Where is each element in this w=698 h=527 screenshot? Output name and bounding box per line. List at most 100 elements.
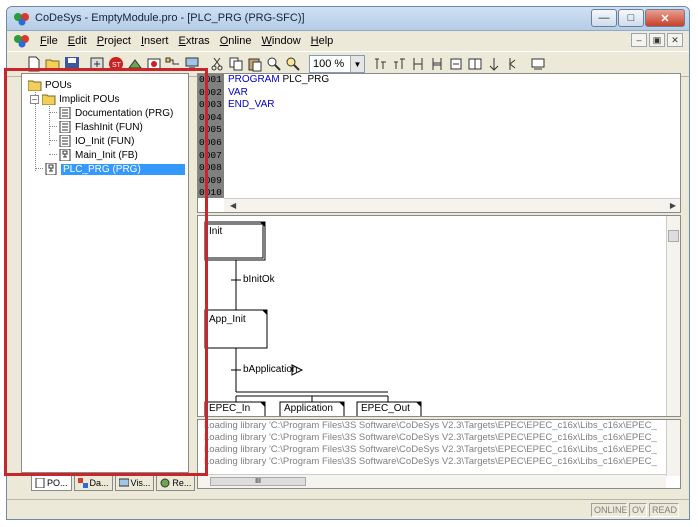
mdi-close-button[interactable]: ✕: [667, 33, 683, 47]
window-controls: — □ ✕: [591, 9, 685, 27]
tree-folder-implicit-pous[interactable]: – Implicit POUs: [28, 92, 186, 106]
sfc-exit-action-icon[interactable]: [504, 55, 522, 73]
message-window: Loading library 'C:\Program Files\3S Sof…: [197, 419, 681, 489]
declaration-editor[interactable]: 0001 0002 0003 0004 0005 0006 0007 0008 …: [197, 73, 681, 213]
line-number: 0005: [199, 124, 222, 136]
title-bar[interactable]: CoDeSys - EmptyModule.pro - [PLC_PRG (PR…: [7, 7, 689, 31]
sfc-pou-icon: [45, 163, 57, 175]
sfc-transition-bapplication[interactable]: bApplication: [243, 364, 297, 375]
sfc-editor[interactable]: Init App_Init EPEC_In Application EPEC_O…: [197, 215, 681, 417]
menu-window[interactable]: Window: [257, 32, 306, 50]
sfc-transition-binitok[interactable]: bInitOk: [243, 274, 275, 285]
message-line: Loading library 'C:\Program Files\3S Sof…: [204, 456, 657, 467]
menu-help[interactable]: Help: [306, 32, 339, 50]
zoom-select[interactable]: 100 % ▼: [309, 55, 365, 73]
scroll-thumb[interactable]: III: [210, 477, 306, 486]
open-folder-icon[interactable]: [44, 55, 62, 73]
data-types-tab-icon: [77, 477, 88, 488]
sfc-vertical-scrollbar[interactable]: [666, 216, 680, 416]
mdi-restore-button[interactable]: ▣: [649, 33, 665, 47]
svg-text:ST: ST: [112, 62, 122, 69]
menu-project[interactable]: Project: [92, 32, 136, 50]
scroll-thumb[interactable]: [668, 230, 679, 242]
menu-edit[interactable]: Edit: [63, 32, 92, 50]
horizontal-scrollbar[interactable]: ◀ ▶: [224, 198, 680, 212]
tree-item-flashinit[interactable]: FlashInit (FUN): [28, 120, 186, 134]
sfc-entry-action-icon[interactable]: [485, 55, 503, 73]
sfc-step-init[interactable]: Init: [209, 226, 222, 237]
sfc-step-transition-after-icon[interactable]: [390, 55, 408, 73]
message-line: Loading library 'C:\Program Files\3S Sof…: [204, 432, 657, 443]
tree-item-plc-prg[interactable]: PLC_PRG (PRG): [28, 162, 186, 176]
sfc-step-transition-before-icon[interactable]: [371, 55, 389, 73]
tree-item-main-init[interactable]: Main_Init (FB): [28, 148, 186, 162]
new-file-icon[interactable]: [25, 55, 43, 73]
step-icon[interactable]: [126, 55, 144, 73]
sfc-action-icon[interactable]: [466, 55, 484, 73]
find-icon[interactable]: [265, 55, 283, 73]
sfc-step-app-init[interactable]: App_Init: [209, 314, 246, 325]
code-text[interactable]: PROGRAM PLC_PRG VAR END_VAR: [228, 74, 329, 112]
sfc-pou-icon: [59, 149, 71, 161]
pou-tab-icon: [35, 477, 45, 488]
tab-resources[interactable]: Re...: [156, 475, 196, 491]
maximize-button[interactable]: □: [618, 9, 644, 27]
scroll-right-icon[interactable]: ▶: [670, 201, 676, 210]
chevron-down-icon[interactable]: ▼: [350, 56, 364, 72]
line-number: 0001: [199, 74, 222, 85]
document-icon[interactable]: [13, 34, 31, 48]
line-number: 0007: [199, 149, 222, 161]
tree-label: PLC_PRG (PRG): [61, 163, 185, 175]
menu-insert[interactable]: Insert: [136, 32, 174, 50]
find-next-icon[interactable]: [284, 55, 302, 73]
sfc-alternative-branch-icon[interactable]: [409, 55, 427, 73]
message-vertical-scrollbar[interactable]: [666, 420, 680, 476]
line-number: 0004: [199, 111, 222, 123]
message-line: Loading library 'C:\Program Files\3S Sof…: [204, 420, 657, 431]
tree-label: Main_Init (FB): [75, 149, 138, 161]
line-number: 0006: [199, 136, 222, 148]
collapse-toggle-icon[interactable]: –: [30, 94, 39, 104]
pou-document-icon: [59, 121, 71, 133]
visualization-tab-icon: [118, 478, 129, 486]
close-button[interactable]: ✕: [645, 9, 685, 27]
sfc-step-epec-out[interactable]: EPEC_Out: [361, 403, 410, 414]
line-number: 0008: [199, 162, 222, 174]
status-bar: ONLINE OV READ: [7, 499, 689, 519]
sfc-step-application[interactable]: Application: [284, 403, 333, 414]
codesys-window: CoDeSys - EmptyModule.pro - [PLC_PRG (PR…: [6, 6, 690, 520]
flow-icon[interactable]: [164, 55, 182, 73]
tab-visualizations[interactable]: Vis...: [114, 475, 155, 491]
message-line: Loading library 'C:\Program Files\3S Sof…: [204, 444, 657, 455]
mdi-minimize-button[interactable]: –: [631, 33, 647, 47]
tab-label: Vis...: [130, 477, 151, 488]
status-read: READ: [649, 503, 679, 517]
sfc-step-epec-in[interactable]: EPEC_In: [209, 403, 250, 414]
paste-icon[interactable]: [246, 55, 264, 73]
save-icon[interactable]: [63, 55, 81, 73]
menu-file[interactable]: File: [35, 32, 63, 50]
tree-item-io-init[interactable]: IO_Init (FUN): [28, 134, 186, 148]
folder-open-icon: [28, 80, 42, 91]
sfc-parallel-branch-icon[interactable]: [428, 55, 446, 73]
login-icon[interactable]: [88, 55, 106, 73]
network-icon[interactable]: [183, 55, 201, 73]
stop-icon[interactable]: ST: [107, 55, 125, 73]
menu-extras[interactable]: Extras: [174, 32, 215, 50]
cut-icon[interactable]: [208, 55, 226, 73]
line-number: 0010: [199, 187, 222, 199]
tab-label: Da...: [89, 477, 109, 488]
tab-data-types[interactable]: Da...: [73, 475, 113, 491]
tab-pous[interactable]: PO...: [31, 475, 72, 491]
scroll-left-icon[interactable]: ◀: [230, 201, 236, 210]
copy-icon[interactable]: [227, 55, 245, 73]
monitor-icon[interactable]: [529, 55, 547, 73]
minimize-button[interactable]: —: [591, 9, 617, 27]
message-horizontal-scrollbar[interactable]: III: [198, 474, 666, 488]
code-line: PROGRAM PLC_PRG: [228, 74, 330, 85]
menu-online[interactable]: Online: [215, 32, 257, 50]
tree-item-documentation[interactable]: Documentation (PRG): [28, 106, 186, 120]
breakpoint-icon[interactable]: [145, 55, 163, 73]
tree-root-pous[interactable]: POUs: [28, 78, 186, 92]
sfc-jump-icon[interactable]: [447, 55, 465, 73]
